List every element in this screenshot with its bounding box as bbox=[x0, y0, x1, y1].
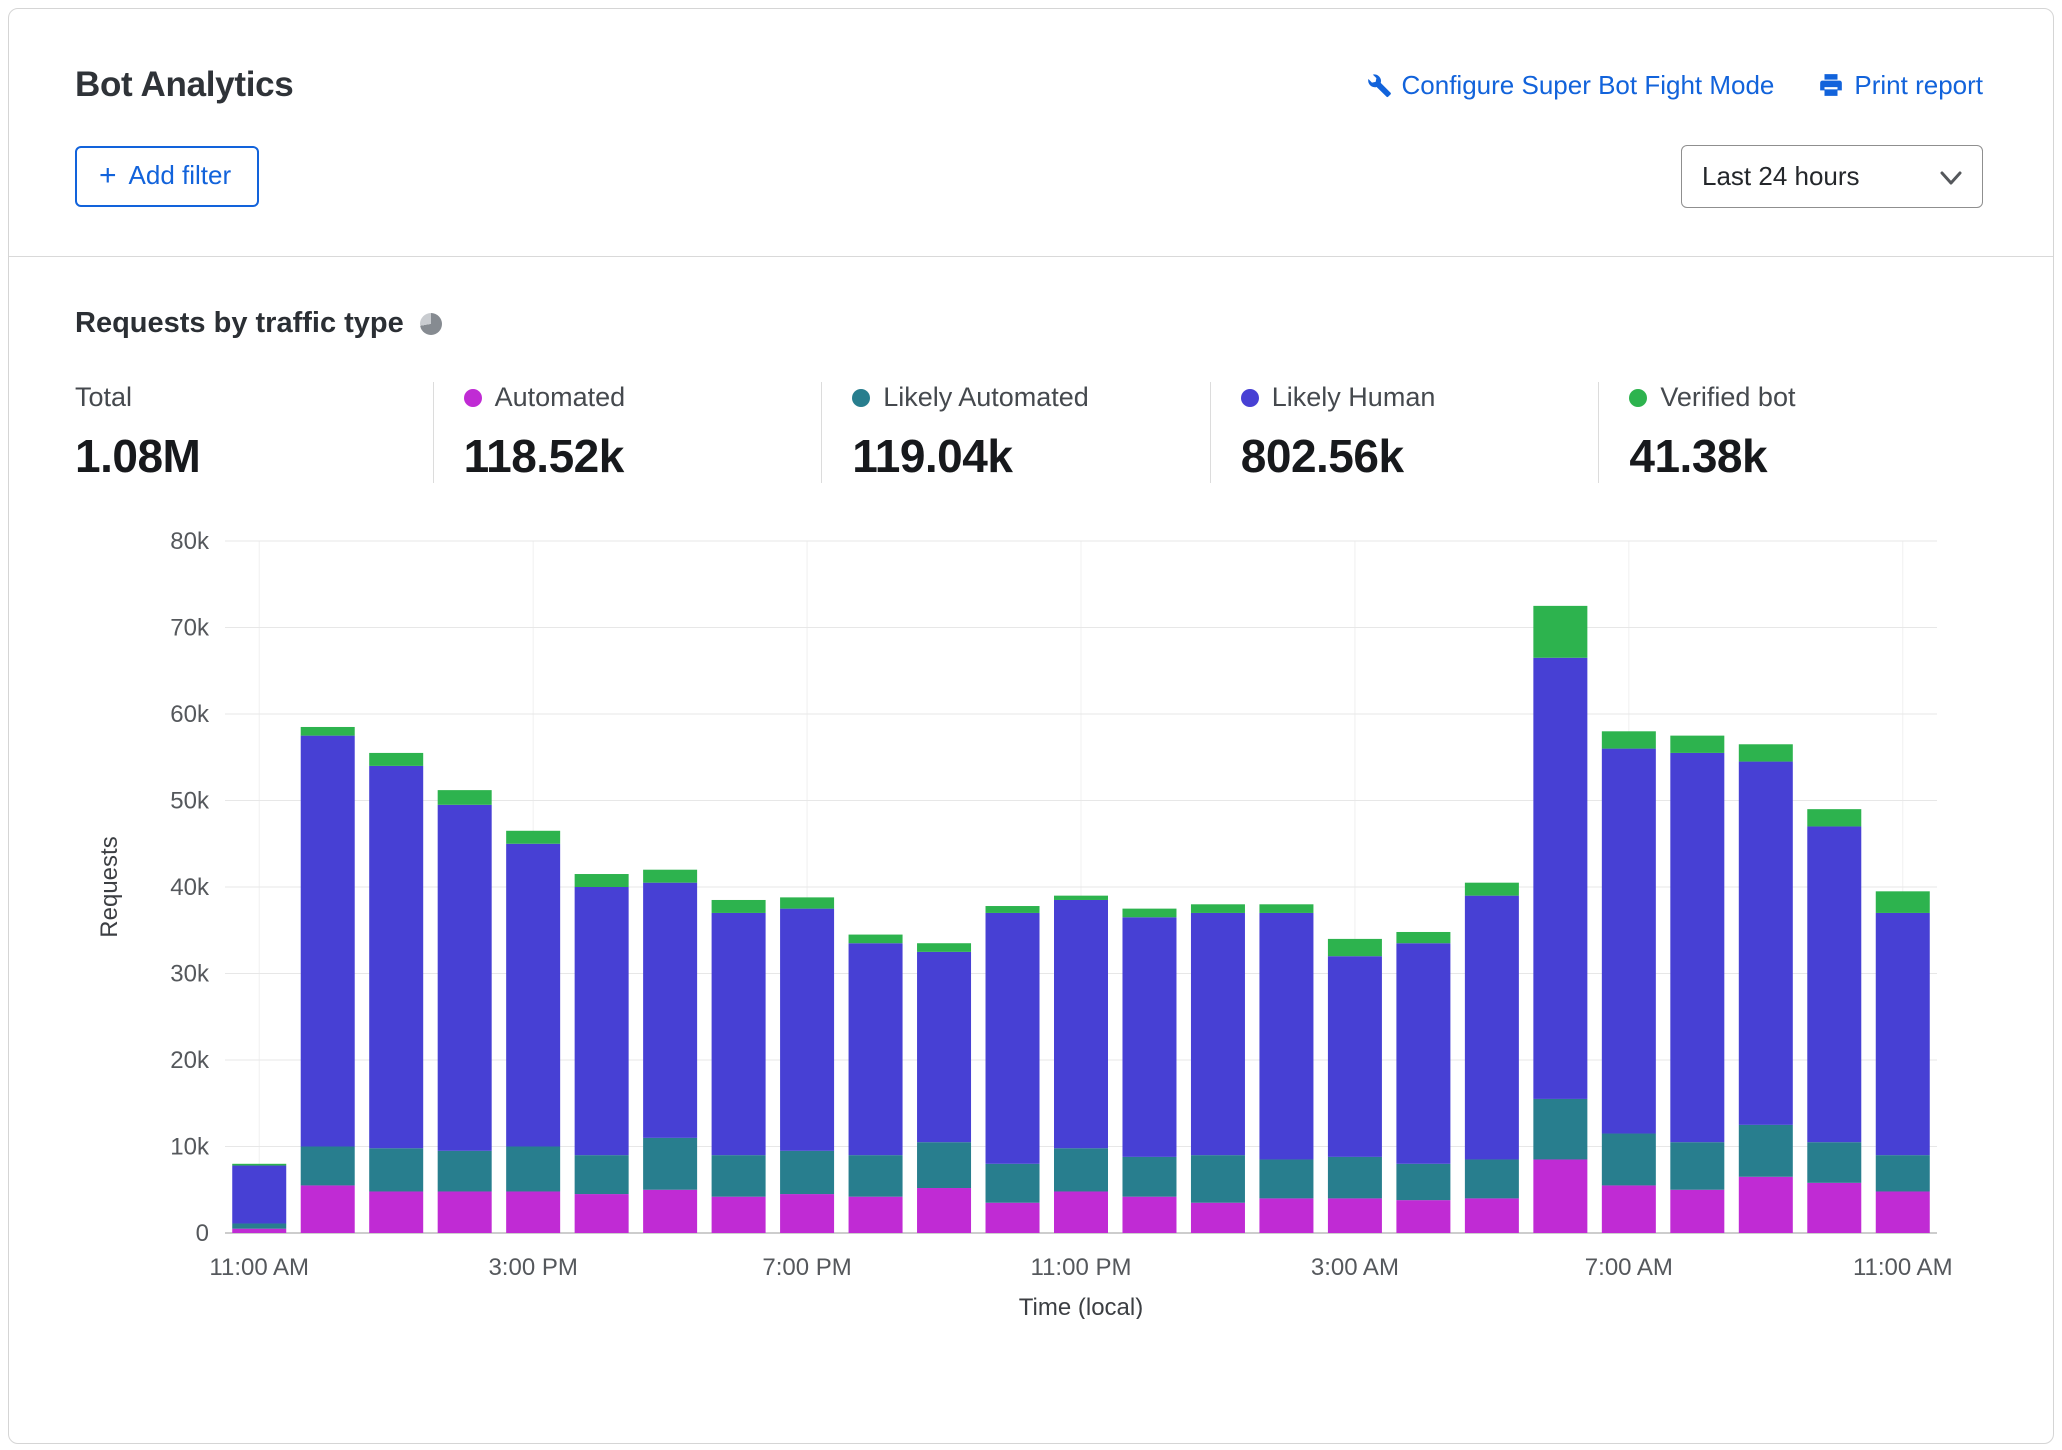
likely-automated-legend-dot bbox=[852, 389, 870, 407]
stat-likely-human: Likely Human 802.56k bbox=[1210, 382, 1599, 483]
stat-label: Automated bbox=[495, 382, 626, 413]
svg-text:70k: 70k bbox=[170, 615, 210, 642]
traffic-stats-row: Total 1.08M Automated 118.52k Likely Aut… bbox=[75, 382, 1987, 483]
stat-value: 41.38k bbox=[1629, 429, 1987, 483]
verified-bot-legend-dot bbox=[1629, 389, 1647, 407]
svg-text:7:00 AM: 7:00 AM bbox=[1585, 1254, 1673, 1281]
svg-text:3:00 AM: 3:00 AM bbox=[1311, 1254, 1399, 1281]
printer-icon bbox=[1818, 72, 1844, 98]
svg-text:11:00 AM: 11:00 AM bbox=[1853, 1254, 1953, 1281]
chevron-down-icon bbox=[1940, 161, 1962, 192]
svg-text:20k: 20k bbox=[170, 1047, 210, 1074]
stat-label: Total bbox=[75, 382, 132, 413]
header-links: Configure Super Bot Fight Mode Print rep… bbox=[1366, 70, 1983, 101]
time-range-dropdown[interactable]: Last 24 hours bbox=[1681, 145, 1983, 208]
card-body: Requests by traffic type Total 1.08M Aut… bbox=[9, 257, 2053, 1324]
stat-value: 802.56k bbox=[1241, 429, 1599, 483]
stat-label: Verified bot bbox=[1660, 382, 1795, 413]
stat-verified-bot: Verified bot 41.38k bbox=[1598, 382, 1987, 483]
pie-chart-icon bbox=[420, 313, 442, 335]
svg-text:0: 0 bbox=[196, 1220, 209, 1247]
wrench-icon bbox=[1366, 72, 1392, 98]
svg-text:60k: 60k bbox=[170, 701, 210, 728]
stat-value: 1.08M bbox=[75, 429, 433, 483]
stat-value: 118.52k bbox=[464, 429, 822, 483]
add-filter-label: Add filter bbox=[129, 160, 232, 191]
bot-analytics-card: Bot Analytics Configure Super Bot Fight … bbox=[8, 8, 2054, 1444]
svg-text:80k: 80k bbox=[170, 529, 210, 555]
stat-label: Likely Automated bbox=[883, 382, 1089, 413]
stat-label: Likely Human bbox=[1272, 382, 1436, 413]
plus-icon: + bbox=[99, 161, 117, 191]
print-link-label: Print report bbox=[1854, 70, 1983, 101]
time-range-value: Last 24 hours bbox=[1702, 161, 1860, 192]
stat-total: Total 1.08M bbox=[75, 382, 433, 483]
svg-text:50k: 50k bbox=[170, 788, 210, 815]
svg-text:10k: 10k bbox=[170, 1134, 210, 1161]
likely-human-legend-dot bbox=[1241, 389, 1259, 407]
svg-text:Time (local): Time (local) bbox=[1019, 1294, 1143, 1319]
svg-text:7:00 PM: 7:00 PM bbox=[762, 1254, 851, 1281]
configure-super-bot-fight-mode-link[interactable]: Configure Super Bot Fight Mode bbox=[1366, 70, 1775, 101]
svg-text:Requests: Requests bbox=[96, 836, 123, 937]
requests-stacked-bar-chart[interactable]: 0 10k 20k 30k 40k 50k 60k 70k 80k 11:00 AM 3:00 PM… bbox=[75, 529, 1975, 1319]
svg-text:3:00 PM: 3:00 PM bbox=[488, 1254, 577, 1281]
svg-text:40k: 40k bbox=[170, 874, 210, 901]
svg-text:11:00 PM: 11:00 PM bbox=[1031, 1254, 1132, 1281]
section-title: Requests by traffic type bbox=[75, 307, 404, 340]
requests-chart-container: 0 10k 20k 30k 40k 50k 60k 70k 80k 11:00 AM 3:00 PM… bbox=[75, 529, 1987, 1324]
configure-link-label: Configure Super Bot Fight Mode bbox=[1402, 70, 1775, 101]
automated-legend-dot bbox=[464, 389, 482, 407]
svg-text:11:00 AM: 11:00 AM bbox=[209, 1254, 309, 1281]
add-filter-button[interactable]: + Add filter bbox=[75, 146, 259, 207]
page-title: Bot Analytics bbox=[75, 65, 293, 105]
print-report-link[interactable]: Print report bbox=[1818, 70, 1983, 101]
stat-automated: Automated 118.52k bbox=[433, 382, 822, 483]
stat-value: 119.04k bbox=[852, 429, 1210, 483]
card-header: Bot Analytics Configure Super Bot Fight … bbox=[9, 9, 2053, 256]
svg-text:30k: 30k bbox=[170, 961, 210, 988]
stat-likely-automated: Likely Automated 119.04k bbox=[821, 382, 1210, 483]
